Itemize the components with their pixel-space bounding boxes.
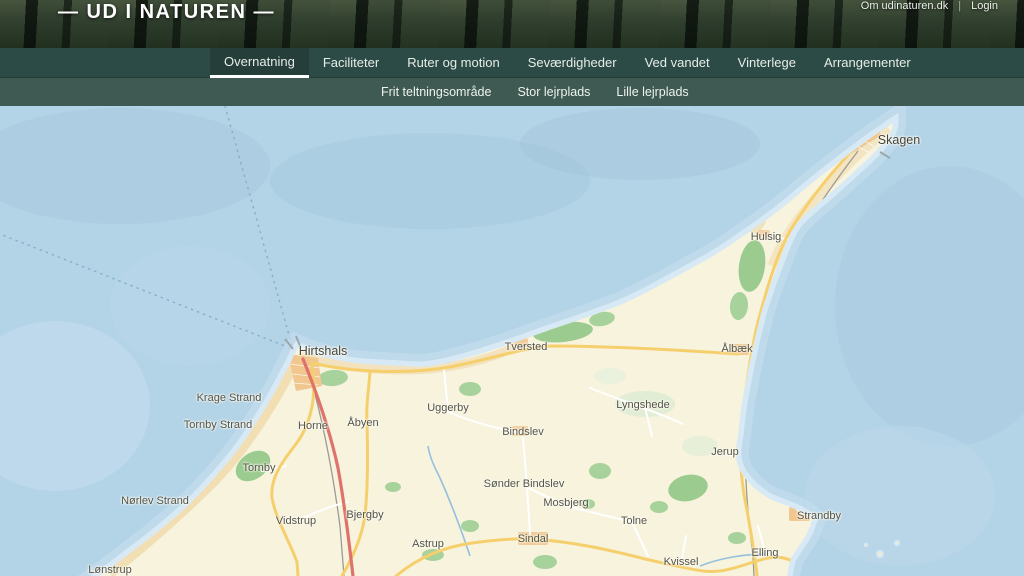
site-header: — UD I NATUREN — Om udinaturen.dk | Logi… xyxy=(0,0,1024,48)
map-svg xyxy=(0,106,1024,576)
tab-overnatning[interactable]: Overnatning xyxy=(210,48,309,78)
tab-arrangementer[interactable]: Arrangementer xyxy=(810,48,925,78)
main-nav: Overnatning Faciliteter Ruter og motion … xyxy=(0,48,1024,78)
header-link-separator: | xyxy=(958,0,961,12)
subnav-lille-lejrplads[interactable]: Lille lejrplads xyxy=(603,78,701,106)
sub-nav: Frit teltningsområde Stor lejrplads Lill… xyxy=(0,78,1024,106)
tab-faciliteter[interactable]: Faciliteter xyxy=(309,48,393,78)
site-logo[interactable]: — UD I NATUREN — xyxy=(58,1,275,24)
header-top-links: Om udinaturen.dk | Login xyxy=(861,0,998,12)
link-login[interactable]: Login xyxy=(971,0,998,12)
subnav-stor-lejrplads[interactable]: Stor lejrplads xyxy=(504,78,603,106)
tab-ruter-og-motion[interactable]: Ruter og motion xyxy=(393,48,514,78)
map[interactable]: SkagenHulsigHirtshalsTverstedÅlbækKrage … xyxy=(0,106,1024,576)
page: — UD I NATUREN — Om udinaturen.dk | Logi… xyxy=(0,0,1024,576)
link-om-udinaturen[interactable]: Om udinaturen.dk xyxy=(861,0,948,12)
subnav-frit-teltningsomraade[interactable]: Frit teltningsområde xyxy=(368,78,504,106)
tab-ved-vandet[interactable]: Ved vandet xyxy=(631,48,724,78)
tab-vinterlege[interactable]: Vinterlege xyxy=(724,48,810,78)
tab-sevaerdigheder[interactable]: Seværdigheder xyxy=(514,48,631,78)
